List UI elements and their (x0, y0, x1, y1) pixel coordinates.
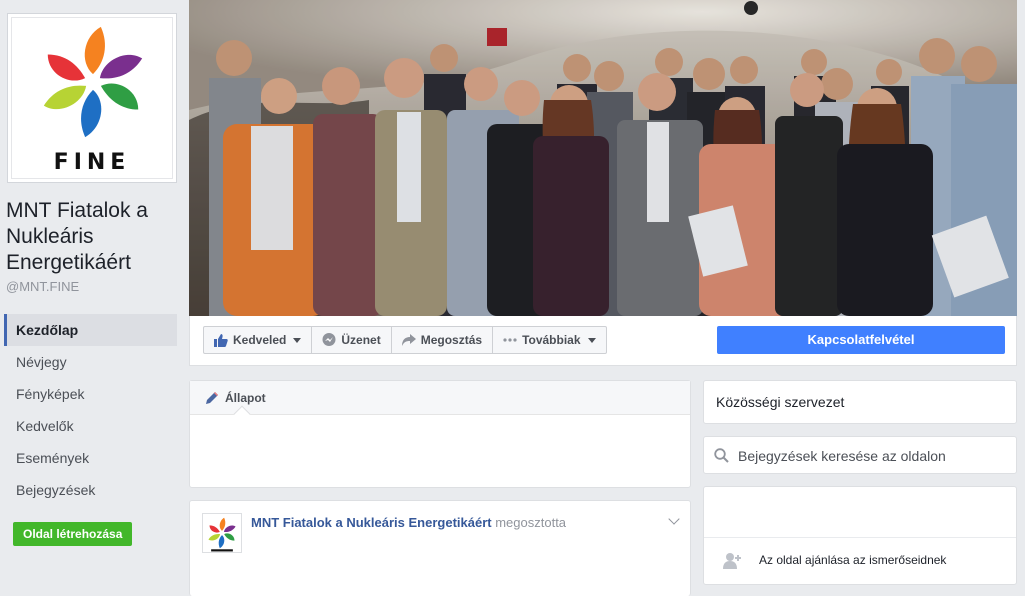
left-column: FINE MNT Fiatalok a Nukleáris Energetiká… (0, 0, 183, 596)
post-author-link[interactable]: MNT Fiatalok a Nukleáris Energetikáért (251, 515, 492, 530)
like-icon (214, 333, 228, 347)
profile-picture[interactable]: FINE (7, 13, 177, 183)
like-button-label: Kedveled (233, 333, 287, 347)
search-input[interactable]: Bejegyzések keresése az oldalon (738, 448, 946, 464)
logo-text: FINE (53, 150, 131, 175)
avatar[interactable] (202, 513, 242, 553)
share-icon (401, 334, 416, 346)
message-button[interactable]: Üzenet (312, 327, 392, 353)
divider (704, 537, 1016, 538)
post-action-text: megosztotta (495, 515, 567, 530)
more-dots-icon (503, 338, 517, 342)
search-icon (714, 448, 729, 463)
post-card: MNT Fiatalok a Nukleáris Energetikáért m… (189, 500, 691, 596)
share-button[interactable]: Megosztás (392, 327, 494, 353)
more-button-label: Továbbiak (522, 333, 581, 347)
message-button-label: Üzenet (341, 333, 381, 347)
create-page-button[interactable]: Oldal létrehozása (13, 522, 133, 546)
more-button[interactable]: Továbbiak (493, 327, 605, 353)
cover-photo[interactable] (189, 0, 1017, 316)
tab-status-label: Állapot (225, 390, 266, 405)
status-composer: Állapot (189, 380, 691, 488)
page-category[interactable]: Közösségi szervezet (703, 380, 1017, 424)
like-button[interactable]: Kedveled (204, 327, 313, 353)
chevron-down-icon[interactable] (668, 513, 680, 525)
invite-card: Az oldal ajánlása az ismerőseidnek (703, 486, 1017, 585)
contact-button[interactable]: Kapcsolatfelvétel (717, 326, 1005, 354)
group-photo-image (189, 0, 1017, 316)
chevron-down-icon (293, 337, 302, 343)
add-friend-icon (723, 553, 741, 569)
fine-flower-icon (208, 517, 236, 552)
nav-item-photos[interactable]: Fényképek (4, 378, 177, 410)
nav-item-home[interactable]: Kezdőlap (4, 314, 177, 346)
page-title[interactable]: MNT Fiatalok a Nukleáris Energetikáért (6, 198, 182, 276)
status-input[interactable] (190, 416, 690, 488)
invite-friends-link[interactable]: Az oldal ajánlása az ismerőseidnek (759, 553, 946, 567)
message-icon (322, 333, 336, 346)
page-action-bar: Kedveled Üzenet Megosztás Továbbiak Kapc… (189, 316, 1017, 366)
nav-item-events[interactable]: Események (4, 442, 177, 474)
fine-logo: FINE (11, 17, 173, 179)
page-post-search[interactable]: Bejegyzések keresése az oldalon (703, 436, 1017, 474)
nav-item-about[interactable]: Névjegy (4, 346, 177, 378)
pencil-icon (206, 391, 218, 404)
page-nav: Kezdőlap Névjegy Fényképek Kedvelők Esem… (4, 314, 177, 506)
share-button-label: Megosztás (420, 333, 483, 347)
page-handle[interactable]: @MNT.FINE (6, 279, 79, 294)
chevron-down-icon (587, 337, 596, 343)
nav-item-posts[interactable]: Bejegyzések (4, 474, 177, 506)
tab-status[interactable]: Állapot (190, 381, 690, 423)
fine-flower-icon (43, 26, 143, 138)
post-header: MNT Fiatalok a Nukleáris Energetikáért m… (251, 515, 566, 530)
nav-item-likes[interactable]: Kedvelők (4, 410, 177, 442)
action-button-group: Kedveled Üzenet Megosztás Továbbiak (203, 326, 607, 354)
